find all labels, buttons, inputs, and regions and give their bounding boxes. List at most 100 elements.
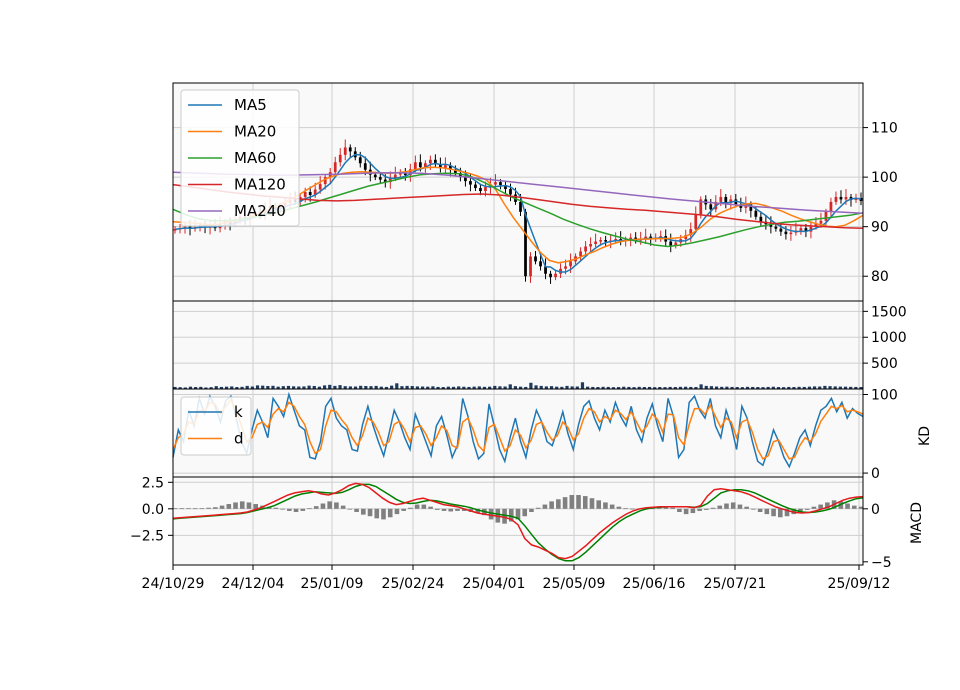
chart-panels: MA5MA20MA60MA120MA2408090100110500100015… — [130, 82, 933, 571]
macd-hist-bar — [347, 508, 353, 510]
volume-bar — [307, 385, 311, 389]
volume-y-tick-label: 1000 — [871, 330, 907, 346]
candle-body — [759, 216, 763, 222]
candle-body — [839, 196, 843, 200]
candle-body — [694, 214, 698, 230]
volume-bar — [390, 385, 394, 389]
x-tick-label: 24/10/29 — [142, 576, 205, 592]
candle-body — [418, 162, 422, 168]
candle-body — [589, 244, 592, 247]
volume-bar — [322, 385, 327, 389]
candle-body — [318, 184, 322, 190]
macd-hist-bar — [293, 508, 299, 512]
legend-label-k: k — [234, 403, 243, 421]
x-tick-label: 25/09/12 — [828, 576, 891, 592]
candle-body — [494, 182, 497, 185]
macd-hist-bar — [535, 507, 541, 509]
macd-hist-bar — [623, 508, 628, 510]
volume-y-tick-label: 500 — [871, 356, 898, 372]
volume-bar — [338, 385, 342, 389]
price-legend: MA5 MA20 MA60 MA120 MA240 — [180, 89, 300, 227]
candle-body — [519, 201, 522, 212]
macd-hist-bar — [764, 508, 770, 515]
macd-hist-bar — [233, 502, 238, 509]
macd-hist-bar — [179, 508, 185, 510]
candle-body — [824, 211, 828, 221]
macd-hist-bar — [334, 502, 339, 509]
candle-body — [529, 256, 532, 277]
volume-bar — [580, 382, 585, 389]
candle-body — [754, 210, 758, 217]
macd-hist-bar — [448, 508, 454, 512]
macd-hist-bar — [777, 508, 783, 518]
candle-body — [604, 240, 608, 242]
macd-hist-bar — [576, 495, 581, 509]
candle-body — [784, 231, 788, 235]
price-y-tick-label: 90 — [871, 220, 889, 236]
candle-body — [479, 188, 482, 192]
macd-hist-bar — [441, 508, 447, 511]
macd-hist-bar — [428, 506, 433, 509]
x-tick-label: 25/06/16 — [623, 576, 686, 592]
volume-bar — [508, 384, 512, 389]
macd-axis-label: MACD — [909, 502, 925, 544]
macd-hist-bar — [239, 501, 245, 509]
candle-body — [413, 162, 417, 170]
legend-label-ma20: MA20 — [234, 123, 276, 141]
candle-body — [308, 192, 312, 195]
macd-hist-bar — [582, 496, 588, 509]
macd-hist-bar — [354, 508, 359, 512]
volume-bar — [261, 385, 265, 389]
macd-hist-bar — [851, 505, 857, 509]
macd-hist-bar — [213, 507, 218, 509]
macd-hist-bar — [677, 508, 682, 512]
candle-body — [779, 228, 783, 232]
macd-hist-bar — [307, 508, 312, 510]
candle-body — [549, 273, 552, 278]
macd-hist-bar — [562, 497, 568, 509]
candle-body — [799, 228, 803, 231]
macd-hist-bar — [683, 508, 689, 515]
macd-hist-bar — [320, 503, 326, 509]
macd-hist-bar — [226, 504, 232, 509]
macd-hist-bar — [434, 508, 440, 510]
candle-body — [564, 266, 567, 269]
volume-bar — [534, 385, 538, 389]
macd-hist-bar — [737, 504, 743, 509]
legend-label-d: d — [234, 430, 244, 448]
macd-hist-bar — [287, 508, 292, 511]
x-tick-label: 25/04/01 — [463, 576, 526, 592]
candle-body — [599, 240, 602, 242]
candle-body — [363, 163, 367, 170]
macd-hist-bar — [529, 508, 534, 512]
macd-hist-bar — [811, 506, 817, 509]
macd-hist-bar — [757, 508, 763, 512]
candle-body — [834, 196, 838, 202]
macd-hist-bar — [401, 508, 406, 511]
macd-hist-bar — [414, 504, 420, 509]
candle-body — [484, 187, 487, 192]
candle-body — [669, 241, 673, 246]
candle-body — [303, 192, 307, 197]
volume-bar — [699, 384, 703, 389]
candle-body — [524, 211, 527, 277]
macd-hist-bar — [361, 508, 366, 515]
candle-body — [343, 147, 347, 155]
candle-body — [333, 162, 337, 173]
candle-body — [569, 261, 572, 267]
legend-label-ma5: MA5 — [234, 96, 267, 114]
candle-body — [829, 201, 833, 212]
macd-hist-bar — [421, 504, 427, 509]
macd-hist-bar — [697, 508, 702, 511]
candle-body — [428, 159, 432, 164]
candle-body — [844, 196, 848, 200]
candle-body — [579, 251, 582, 257]
price-y-tick-label: 80 — [871, 269, 889, 285]
kd-y-tick-label: 100 — [871, 388, 898, 404]
candle-body — [789, 232, 793, 235]
kd-panel: kd 0 100 KD — [172, 388, 933, 482]
macd-hist-bar — [273, 507, 279, 509]
macd-hist-bar — [670, 507, 675, 509]
macd-left-tick-label: 2.5 — [142, 475, 164, 491]
candle-body — [584, 246, 587, 252]
